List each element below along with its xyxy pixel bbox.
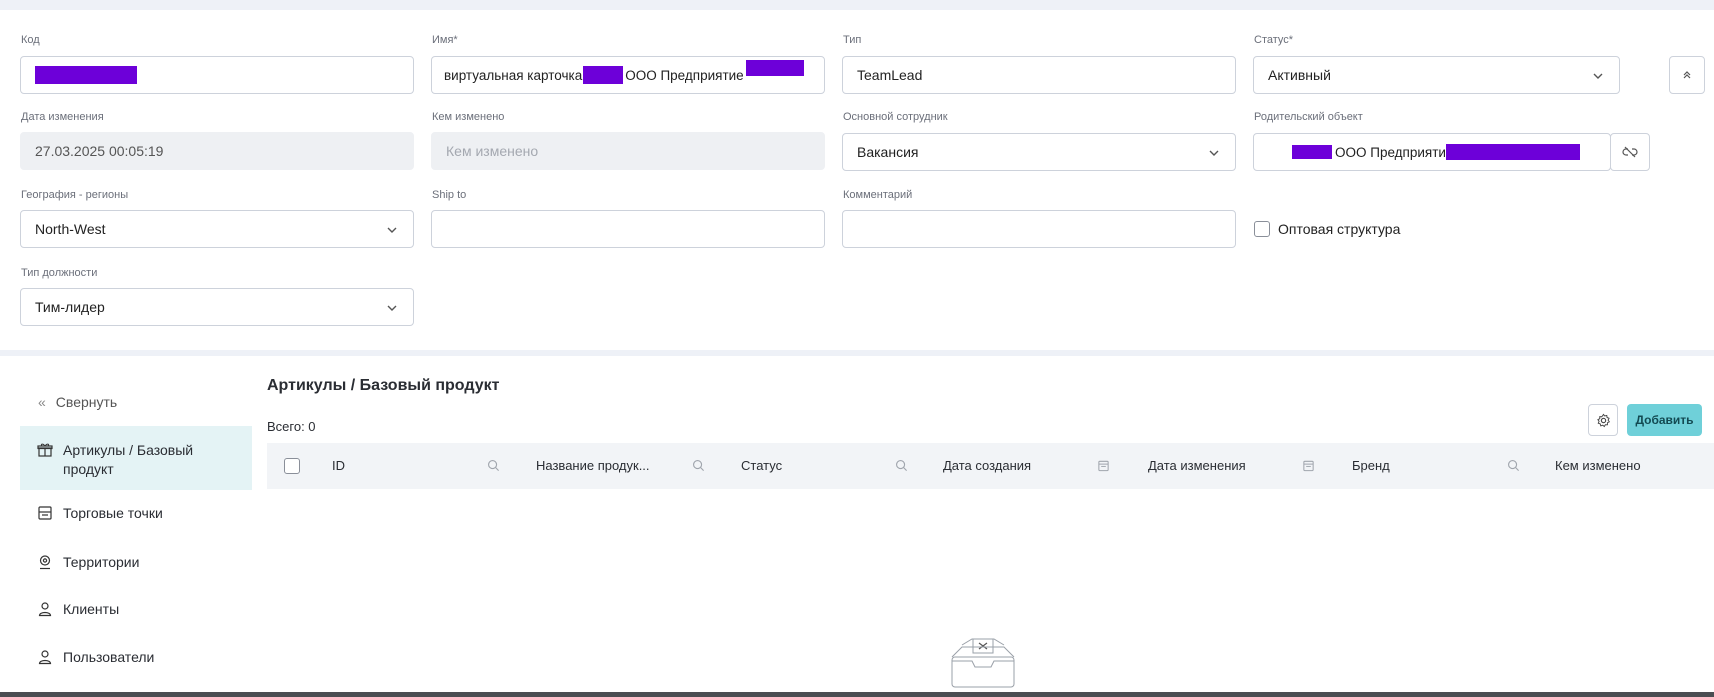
total-count: Всего: 0 xyxy=(267,419,316,434)
status-select[interactable]: Активный xyxy=(1253,56,1620,94)
status-value: Активный xyxy=(1268,67,1331,83)
code-input[interactable] xyxy=(20,56,414,94)
comment-label: Комментарий xyxy=(843,189,913,201)
table-header: ID Название продук... Статус Дата создан… xyxy=(267,443,1714,489)
redacted-name-1 xyxy=(583,66,624,84)
name-value-part2: ООО Предприятие xyxy=(625,67,744,83)
gift-icon xyxy=(37,443,53,457)
modified-date-label: Дата изменения xyxy=(21,111,104,123)
gear-icon xyxy=(1596,413,1610,427)
ship-to-label: Ship to xyxy=(432,189,467,201)
empty-inbox-icon xyxy=(951,638,1015,688)
search-icon[interactable] xyxy=(692,459,705,472)
column-product-name[interactable]: Название продук... xyxy=(536,458,650,473)
redacted-parent-1 xyxy=(1292,145,1332,159)
settings-button[interactable] xyxy=(1588,404,1618,436)
collapse-label: Свернуть xyxy=(55,394,118,410)
ship-to-input[interactable] xyxy=(431,210,825,248)
main-employee-select[interactable]: Вакансия xyxy=(842,133,1236,171)
store-icon xyxy=(38,506,52,520)
name-input[interactable]: виртуальная карточка ООО Предприятие xyxy=(431,56,825,94)
search-icon[interactable] xyxy=(487,459,500,472)
chevron-down-icon xyxy=(387,227,397,233)
window-bottom-border xyxy=(0,692,1714,697)
position-type-label: Тип должности xyxy=(21,267,98,279)
search-icon[interactable] xyxy=(895,459,908,472)
parent-value: ООО Предприяти xyxy=(1335,144,1446,160)
chevrons-up-icon xyxy=(1683,71,1691,79)
calendar-icon[interactable] xyxy=(1302,459,1315,472)
wholesale-label: Оптовая структура xyxy=(1278,221,1401,237)
chevron-down-icon xyxy=(387,305,397,311)
redacted-parent-2 xyxy=(1445,144,1580,160)
sidebar-item-label: Торговые точки xyxy=(63,505,163,521)
sidebar-item-label: Артикулы / Базовый продукт xyxy=(63,442,194,477)
sidebar-item-label: Клиенты xyxy=(63,601,120,617)
column-created-date[interactable]: Дата создания xyxy=(943,458,1031,473)
main-employee-value: Вакансия xyxy=(857,144,919,160)
chevron-down-icon xyxy=(1593,73,1603,79)
chevron-down-icon xyxy=(1209,150,1219,156)
parent-field[interactable]: ООО Предприяти xyxy=(1253,133,1611,171)
modified-date-value: 27.03.2025 00:05:19 xyxy=(35,143,164,159)
column-brand[interactable]: Бренд xyxy=(1352,458,1390,473)
redacted-name-2 xyxy=(745,60,804,76)
column-id[interactable]: ID xyxy=(332,458,345,473)
geography-label: География - регионы xyxy=(21,189,129,201)
type-label: Тип xyxy=(843,34,862,46)
wholesale-checkbox[interactable] xyxy=(1254,221,1270,237)
related-panel xyxy=(0,356,1714,697)
unlink-button[interactable] xyxy=(1610,133,1650,171)
name-value-part1: виртуальная карточка xyxy=(444,67,583,83)
geography-select[interactable]: North-West xyxy=(20,210,414,248)
calendar-icon[interactable] xyxy=(1097,459,1110,472)
map-pin-icon xyxy=(39,555,51,570)
position-type-select[interactable]: Тим-лидер xyxy=(20,288,414,326)
collapse-sidebar-button[interactable]: « Свернуть xyxy=(20,391,252,413)
sidebar-item-label: Территории xyxy=(63,554,140,570)
column-modified-by[interactable]: Кем изменено xyxy=(1555,458,1641,473)
modified-by-placeholder: Кем изменено xyxy=(446,143,539,159)
collapse-form-button[interactable] xyxy=(1669,56,1705,94)
code-label: Код xyxy=(21,34,40,46)
parent-label: Родительский объект xyxy=(1254,111,1363,123)
position-type-value: Тим-лидер xyxy=(35,299,105,315)
type-value: TeamLead xyxy=(857,67,923,83)
geography-value: North-West xyxy=(35,221,106,237)
column-modified-date[interactable]: Дата изменения xyxy=(1148,458,1246,473)
sidebar-item-label: Пользователи xyxy=(63,649,155,665)
sidebar-item-territories[interactable]: Территории xyxy=(20,551,252,573)
modified-by-label: Кем изменено xyxy=(432,111,505,123)
search-icon[interactable] xyxy=(1507,459,1520,472)
sidebar-item-articles[interactable]: Артикулы / Базовый продукт xyxy=(20,426,252,490)
sidebar-item-clients[interactable]: Клиенты xyxy=(20,598,252,620)
user-icon xyxy=(38,650,52,665)
sidebar-item-users[interactable]: Пользователи xyxy=(20,646,252,668)
name-label: Имя* xyxy=(432,34,458,46)
sidebar-item-stores[interactable]: Торговые точки xyxy=(20,502,252,524)
main-employee-label: Основной сотрудник xyxy=(843,111,948,123)
modified-date-field: 27.03.2025 00:05:19 xyxy=(20,132,414,170)
add-button[interactable]: Добавить xyxy=(1627,404,1702,436)
column-status[interactable]: Статус xyxy=(741,458,782,473)
redacted-code xyxy=(35,66,137,84)
comment-input[interactable] xyxy=(842,210,1236,248)
user-icon xyxy=(38,602,52,617)
status-label: Статус* xyxy=(1254,34,1294,46)
type-input[interactable]: TeamLead xyxy=(842,56,1236,94)
section-title: Артикулы / Базовый продукт xyxy=(267,377,500,394)
select-all-checkbox[interactable] xyxy=(284,458,300,474)
double-chevron-left-icon: « xyxy=(38,394,46,410)
modified-by-field: Кем изменено xyxy=(431,132,825,170)
unlink-icon xyxy=(1622,146,1638,158)
